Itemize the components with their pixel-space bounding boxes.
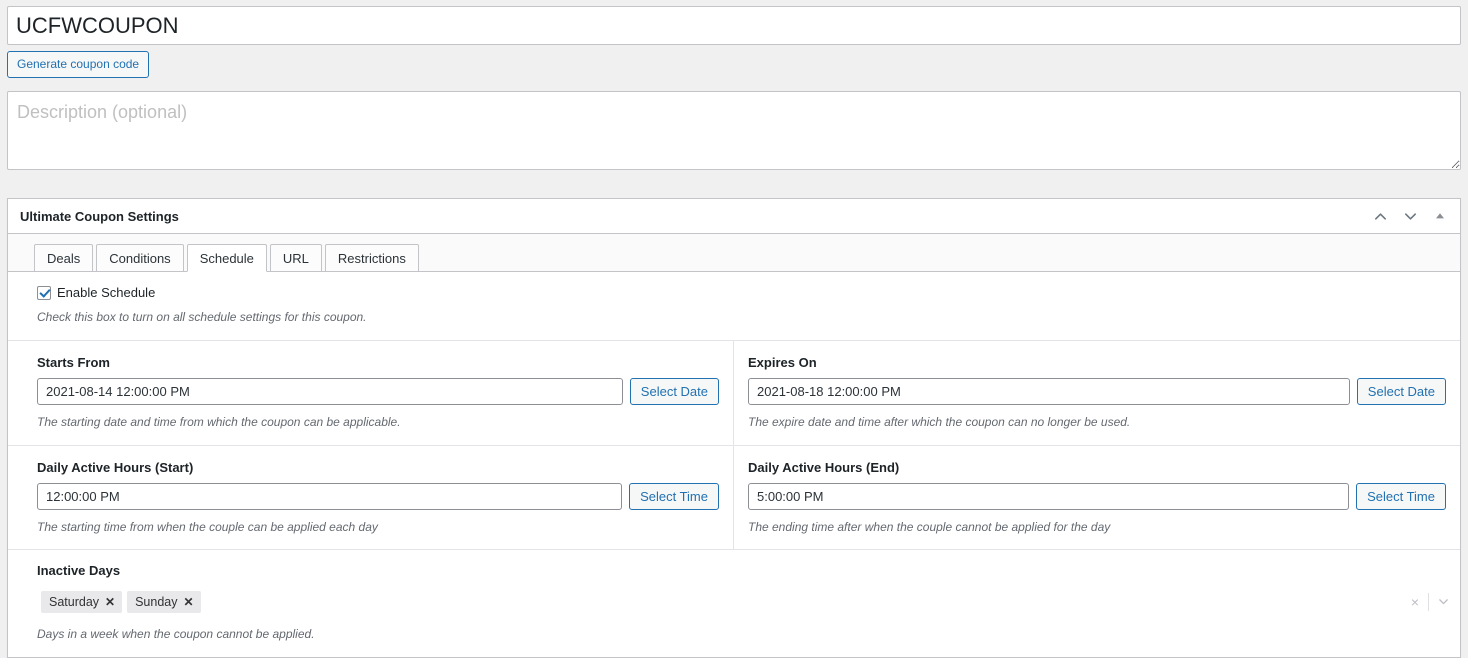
daily-end-input[interactable] bbox=[748, 482, 1350, 510]
inactive-day-tag: Saturday ✕ bbox=[41, 590, 123, 613]
enable-schedule-row: Enable Schedule Check this box to turn o… bbox=[8, 272, 1460, 341]
inactive-days-tags: Saturday ✕ Sunday ✕ bbox=[41, 590, 1402, 613]
starts-from-control: Select Date bbox=[37, 377, 719, 405]
tab-schedule[interactable]: Schedule bbox=[186, 244, 267, 272]
daily-end-field: Daily Active Hours (End) Select Time The… bbox=[734, 446, 1460, 550]
panel-title: Ultimate Coupon Settings bbox=[20, 208, 179, 224]
generate-coupon-code-button[interactable]: Generate coupon code bbox=[7, 51, 150, 78]
inactive-days-helper: Days in a week when the coupon cannot be… bbox=[37, 627, 315, 642]
expires-on-control: Select Date bbox=[748, 377, 1446, 405]
daily-start-field: Daily Active Hours (Start) Select Time T… bbox=[8, 445, 734, 550]
coupon-description-textarea[interactable] bbox=[7, 91, 1461, 170]
inactive-days-label: Inactive Days bbox=[37, 563, 121, 579]
starts-from-helper: The starting date and time from which th… bbox=[37, 414, 401, 429]
inactive-day-tag-label: Sunday bbox=[135, 594, 178, 609]
expires-on-select-date-button[interactable]: Select Date bbox=[1356, 377, 1446, 405]
remove-tag-icon[interactable]: ✕ bbox=[184, 596, 194, 608]
inactive-days-row: Inactive Days Saturday ✕ Sunday ✕ × Days in… bbox=[8, 550, 1460, 657]
panel-header: Ultimate Coupon Settings bbox=[8, 199, 1460, 234]
daily-start-control: Select Time bbox=[37, 482, 719, 510]
dates-row: Starts From Select Date The starting dat… bbox=[8, 340, 1460, 446]
starts-from-select-date-button[interactable]: Select Date bbox=[629, 377, 719, 405]
tab-conditions[interactable]: Conditions bbox=[96, 244, 184, 272]
move-up-icon[interactable] bbox=[1366, 202, 1394, 230]
inactive-days-select[interactable]: Saturday ✕ Sunday ✕ × bbox=[37, 586, 1460, 618]
chevron-down-icon[interactable] bbox=[1429, 591, 1457, 613]
tab-deals[interactable]: Deals bbox=[34, 244, 94, 272]
expires-on-helper: The expire date and time after which the… bbox=[748, 414, 1131, 429]
daily-hours-row: Daily Active Hours (Start) Select Time T… bbox=[8, 445, 1460, 551]
inactive-day-tag-label: Saturday bbox=[49, 594, 100, 609]
enable-schedule-control[interactable]: Enable Schedule bbox=[8, 285, 1460, 300]
inactive-days-actions: × bbox=[1402, 591, 1457, 613]
daily-end-helper: The ending time after when the couple ca… bbox=[748, 519, 1111, 534]
panel-header-controls bbox=[1366, 199, 1454, 233]
move-down-icon[interactable] bbox=[1396, 202, 1424, 230]
daily-start-helper: The starting time from when the couple c… bbox=[37, 519, 378, 534]
starts-from-label: Starts From bbox=[37, 354, 110, 370]
ultimate-coupon-settings-panel: Ultimate Coupon Settings Deals Condition… bbox=[7, 198, 1461, 658]
starts-from-input[interactable] bbox=[37, 377, 623, 405]
settings-tabs: Deals Conditions Schedule URL Restrictio… bbox=[8, 234, 1460, 272]
tab-url[interactable]: URL bbox=[269, 244, 322, 272]
enable-schedule-label[interactable]: Enable Schedule bbox=[57, 285, 155, 300]
expires-on-input[interactable] bbox=[748, 377, 1350, 405]
expires-on-label: Expires On bbox=[748, 354, 817, 370]
daily-end-control: Select Time bbox=[748, 482, 1446, 510]
inactive-day-tag: Sunday ✕ bbox=[127, 590, 201, 613]
coupon-description-section bbox=[0, 78, 1468, 170]
clear-selection-icon[interactable]: × bbox=[1402, 595, 1428, 609]
daily-start-select-time-button[interactable]: Select Time bbox=[629, 482, 719, 510]
coupon-code-input[interactable] bbox=[7, 6, 1461, 45]
coupon-code-section bbox=[0, 0, 1468, 45]
tab-restrictions[interactable]: Restrictions bbox=[324, 244, 419, 272]
generate-coupon-code-section: Generate coupon code bbox=[0, 45, 1468, 78]
enable-schedule-checkbox[interactable] bbox=[37, 285, 51, 300]
daily-start-label: Daily Active Hours (Start) bbox=[37, 459, 194, 475]
daily-start-input[interactable] bbox=[37, 482, 623, 510]
daily-end-select-time-button[interactable]: Select Time bbox=[1356, 482, 1446, 510]
expires-on-field: Expires On Select Date The expire date a… bbox=[734, 341, 1460, 445]
toggle-panel-icon[interactable] bbox=[1426, 202, 1454, 230]
schedule-form: Enable Schedule Check this box to turn o… bbox=[8, 272, 1460, 658]
starts-from-field: Starts From Select Date The starting dat… bbox=[8, 340, 734, 445]
daily-end-label: Daily Active Hours (End) bbox=[748, 459, 900, 475]
enable-schedule-helper: Check this box to turn on all schedule s… bbox=[37, 310, 367, 324]
remove-tag-icon[interactable]: ✕ bbox=[105, 596, 115, 608]
